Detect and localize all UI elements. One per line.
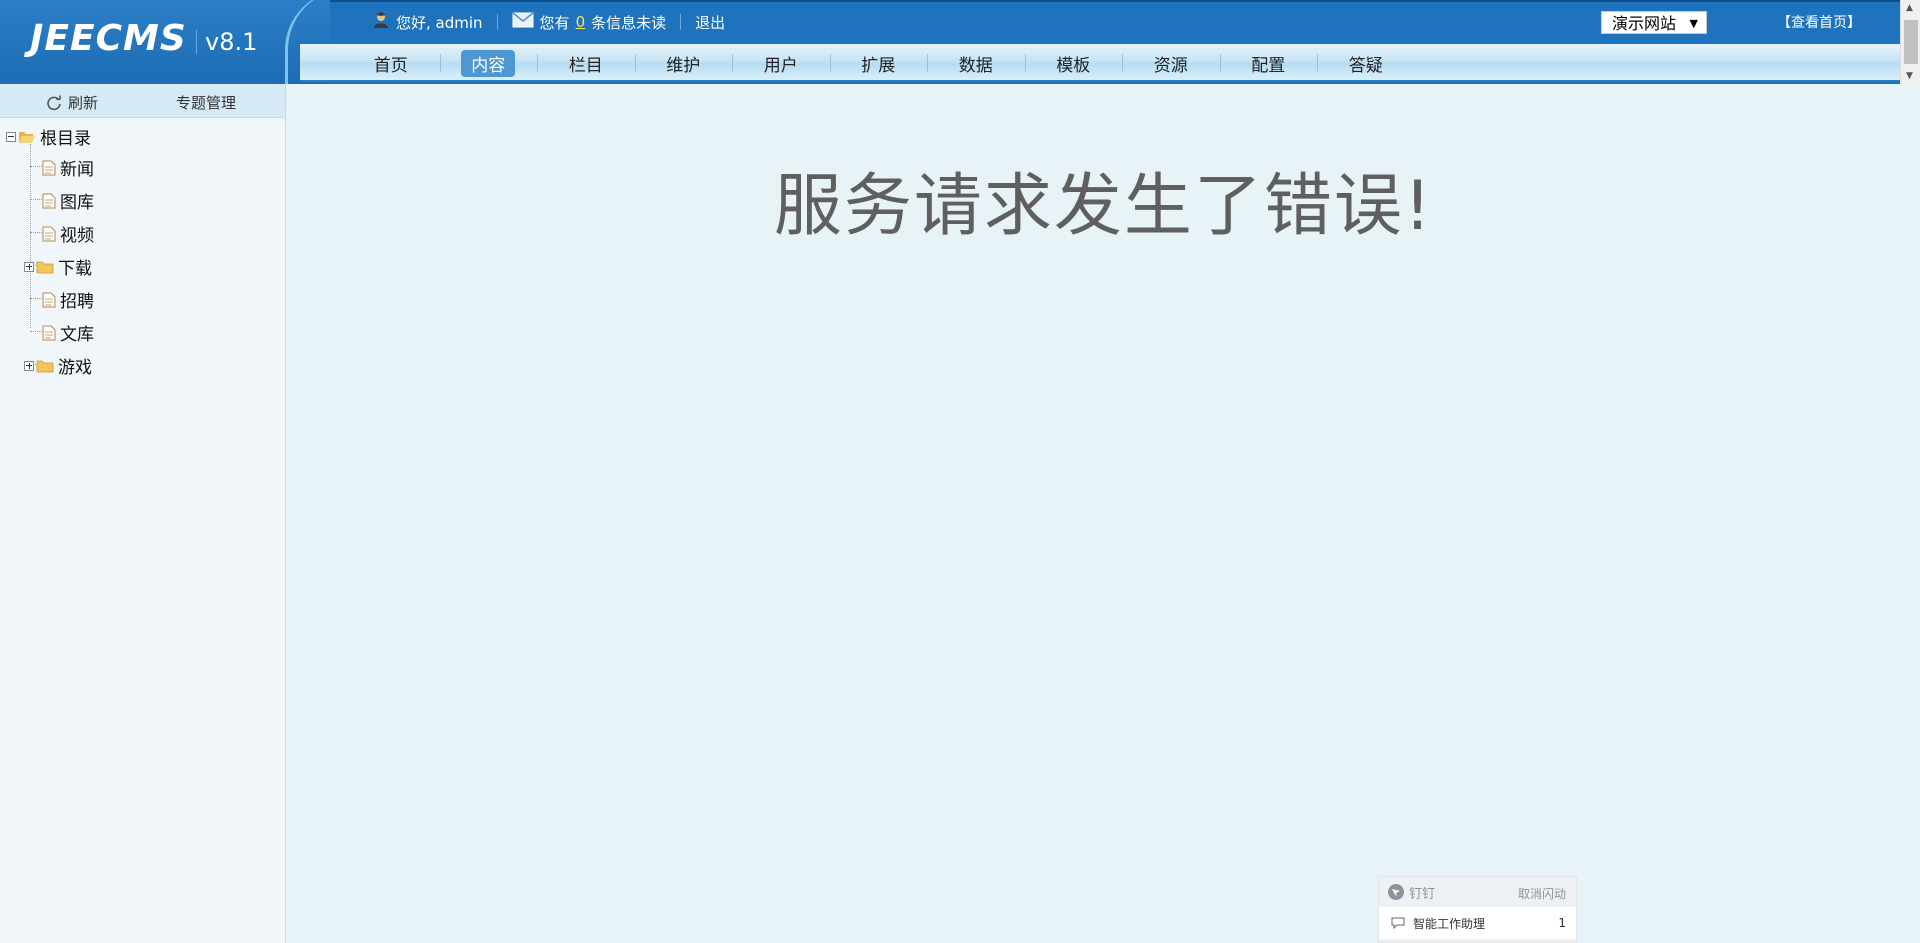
header: JEECMS v8.1 您好, admin 您有 0 条信息未读 退出 演示网站… bbox=[0, 0, 1900, 84]
tree-node[interactable]: 视频 bbox=[42, 221, 94, 246]
error-message: 服务请求发生了错误! bbox=[773, 167, 1434, 246]
refresh-button[interactable]: 刷新 bbox=[46, 92, 98, 113]
chat-icon bbox=[1391, 917, 1405, 929]
mail-icon[interactable] bbox=[512, 12, 534, 32]
nav-item[interactable]: 内容 bbox=[439, 44, 538, 82]
nav-item[interactable]: 数据 bbox=[927, 44, 1025, 82]
nav-item-label: 扩展 bbox=[861, 55, 896, 76]
tree-node[interactable]: 新闻 bbox=[42, 155, 94, 180]
site-select[interactable]: 演示网站 ▼ bbox=[1601, 11, 1707, 34]
nav-item-label: 配置 bbox=[1251, 55, 1286, 76]
tree-node-label: 下载 bbox=[58, 259, 92, 279]
tree-node-label: 游戏 bbox=[58, 358, 92, 378]
nav-item[interactable]: 资源 bbox=[1122, 44, 1220, 82]
document-icon bbox=[42, 160, 56, 175]
nav-item[interactable]: 维护 bbox=[634, 44, 733, 82]
logo: JEECMS bbox=[30, 18, 187, 59]
tree-node-label: 根目录 bbox=[40, 129, 91, 149]
nav-item-label: 维护 bbox=[666, 55, 701, 76]
site-select-value: 演示网站 bbox=[1612, 14, 1677, 33]
nav-item-label: 首页 bbox=[373, 55, 408, 76]
expand-icon[interactable] bbox=[24, 360, 34, 371]
user-icon bbox=[372, 11, 390, 33]
folder-icon bbox=[36, 360, 54, 372]
logout-link[interactable]: 退出 bbox=[695, 12, 725, 33]
view-home-link[interactable]: 【查看首页】 bbox=[1777, 12, 1861, 32]
scroll-up-icon[interactable]: ▲ bbox=[1906, 3, 1913, 13]
main-nav: 首页 内容 栏目 维护 用户 扩展 数据 模板 资源 配置 答疑 bbox=[300, 44, 1900, 82]
nav-item-label: 模板 bbox=[1056, 55, 1091, 76]
sidebar-toolbar: 刷新 专题管理 bbox=[0, 84, 285, 118]
document-icon bbox=[42, 292, 56, 307]
cancel-flash-button[interactable]: 取消闪动 bbox=[1518, 885, 1566, 902]
expand-icon[interactable] bbox=[24, 261, 34, 272]
scroll-thumb[interactable] bbox=[1904, 20, 1918, 64]
tree-node-label: 视频 bbox=[60, 226, 94, 246]
tree-line bbox=[30, 199, 42, 200]
nav-item[interactable]: 栏目 bbox=[537, 44, 635, 82]
folder-icon bbox=[36, 261, 54, 273]
user-bar: 您好, admin 您有 0 条信息未读 退出 bbox=[372, 10, 725, 34]
tree-line bbox=[30, 166, 42, 167]
scroll-down-icon[interactable]: ▼ bbox=[1906, 71, 1913, 81]
dropdown-arrow-icon: ▼ bbox=[1689, 17, 1698, 30]
dingtalk-item-label: 智能工作助理 bbox=[1413, 916, 1486, 931]
tree-node[interactable]: 游戏 bbox=[24, 353, 92, 378]
dingtalk-title: 钉钉 bbox=[1409, 886, 1436, 902]
nav-list: 首页 内容 栏目 维护 用户 扩展 数据 模板 资源 配置 答疑 bbox=[342, 44, 1415, 82]
nav-item-label: 栏目 bbox=[568, 55, 603, 76]
tree-node-label: 图库 bbox=[60, 193, 94, 213]
dingtalk-item[interactable]: 智能工作助理 1 bbox=[1379, 907, 1576, 939]
collapse-icon[interactable] bbox=[6, 131, 16, 142]
tree-node[interactable]: 下载 bbox=[24, 254, 92, 279]
tree-node[interactable]: 招聘 bbox=[42, 287, 94, 312]
logo-area: JEECMS v8.1 bbox=[0, 0, 330, 84]
special-topic-label: 专题管理 bbox=[176, 94, 237, 112]
document-icon bbox=[42, 226, 56, 241]
dingtalk-popup: 钉钉 取消闪动 智能工作助理 1 bbox=[1378, 876, 1577, 943]
nav-item[interactable]: 模板 bbox=[1024, 44, 1123, 82]
nav-item-label: 答疑 bbox=[1348, 55, 1383, 76]
nav-item[interactable]: 用户 bbox=[732, 44, 830, 82]
nav-item-label: 用户 bbox=[763, 55, 798, 76]
tree-line bbox=[30, 298, 42, 299]
nav-item[interactable]: 答疑 bbox=[1317, 44, 1415, 82]
nav-item[interactable]: 首页 bbox=[342, 44, 440, 82]
tree-line bbox=[30, 232, 42, 233]
tree-node-root[interactable]: 根目录 bbox=[6, 124, 91, 149]
dingtalk-icon bbox=[1388, 884, 1404, 900]
msg-prefix: 您有 bbox=[539, 13, 570, 32]
refresh-label: 刷新 bbox=[68, 94, 99, 112]
tree-node-label: 招聘 bbox=[60, 292, 94, 312]
tree-node-label: 文库 bbox=[60, 325, 94, 345]
folder-open-icon bbox=[19, 131, 35, 143]
dingtalk-item-count: 1 bbox=[1558, 916, 1566, 930]
document-icon bbox=[42, 325, 56, 340]
tree-line bbox=[30, 331, 42, 332]
nav-item-label: 数据 bbox=[958, 55, 993, 76]
msg-suffix: 条信息未读 bbox=[591, 13, 667, 32]
document-icon bbox=[42, 193, 56, 208]
nav-item-label: 内容 bbox=[461, 49, 516, 77]
refresh-icon bbox=[47, 95, 61, 110]
divider bbox=[680, 14, 682, 30]
tree-node[interactable]: 图库 bbox=[42, 188, 94, 213]
nav-item[interactable]: 配置 bbox=[1219, 44, 1318, 82]
tree-node[interactable]: 文库 bbox=[42, 320, 94, 345]
version-label: v8.1 bbox=[196, 30, 257, 54]
special-topic-button[interactable]: 专题管理 bbox=[176, 92, 236, 113]
main-content: 服务请求发生了错误! bbox=[287, 84, 1920, 943]
tree-node-label: 新闻 bbox=[60, 160, 94, 180]
nav-item-label: 资源 bbox=[1153, 55, 1188, 76]
greeting-text: 您好, admin bbox=[396, 13, 483, 32]
sidebar: 刷新 专题管理 根目录 新闻图库视频下载招聘文库游戏 bbox=[0, 84, 286, 943]
nav-item[interactable]: 扩展 bbox=[829, 44, 928, 82]
scrollbar[interactable]: ▲ ▼ bbox=[1900, 0, 1920, 84]
unread-message-count[interactable]: 0 bbox=[576, 13, 586, 31]
tree-line bbox=[30, 144, 31, 328]
divider bbox=[496, 14, 498, 30]
